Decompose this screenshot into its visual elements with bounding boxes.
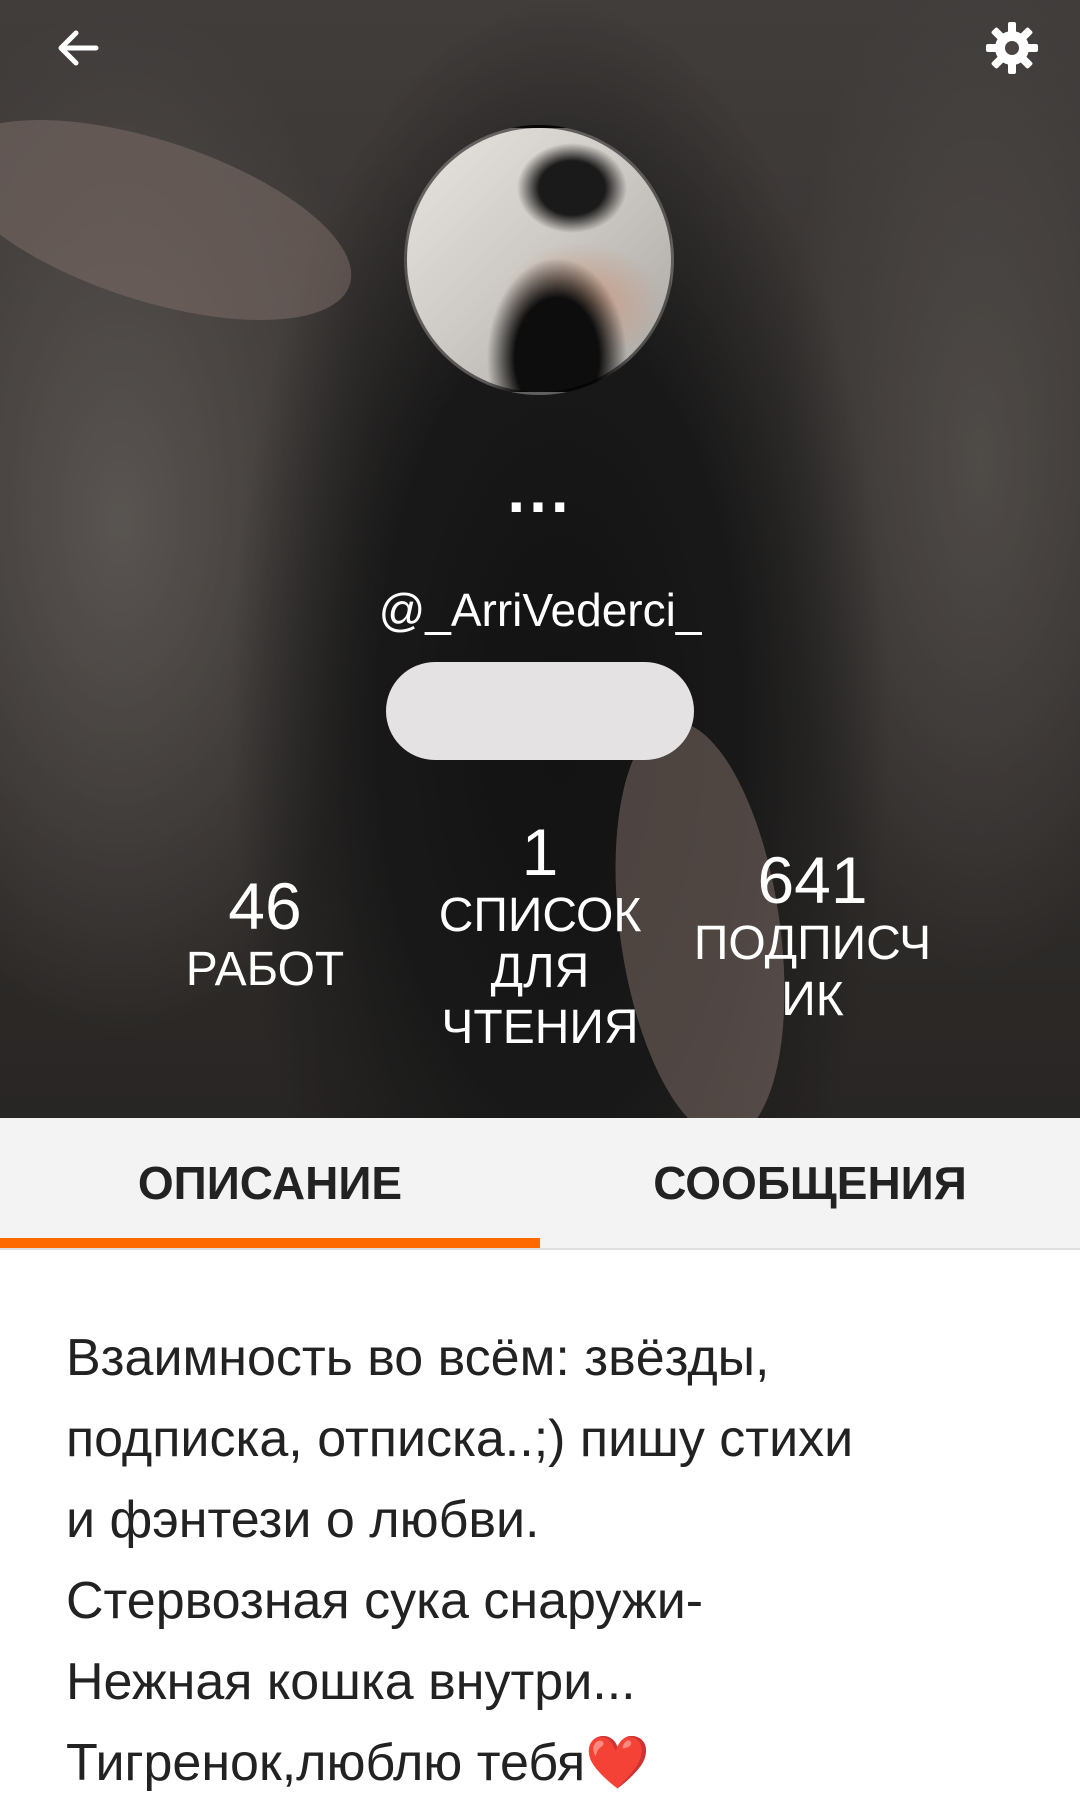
more-options-button[interactable]: ... — [480, 458, 600, 530]
stat-reading-lists-count: 1 — [521, 815, 559, 889]
description-line: Нежная кошка внутри... — [66, 1653, 636, 1711]
avatar[interactable] — [404, 125, 674, 395]
tab-messages[interactable]: СООБЩЕНИЯ — [540, 1118, 1080, 1248]
follow-button[interactable] — [386, 662, 694, 760]
description-line: Тигренок,люблю тебя — [66, 1734, 586, 1792]
username: @_ArriVederci_ — [378, 584, 702, 636]
stat-followers-count: 641 — [757, 843, 868, 917]
stat-followers[interactable]: 641 ПОДПИСЧИК — [680, 844, 945, 1028]
profile-tabs: ОПИСАНИЕ СООБЩЕНИЯ — [0, 1118, 1080, 1250]
back-button[interactable] — [38, 8, 118, 88]
description-line: подписка, отписка..;) пишу стихи — [66, 1410, 854, 1468]
profile-header: ... @_ArriVederci_ 46 РАБОТ 1 СПИСОК ДЛЯ… — [0, 0, 1080, 1118]
stat-followers-label: ПОДПИСЧИК — [693, 917, 932, 1026]
stat-works-label: РАБОТ — [185, 943, 345, 996]
description-line: Стервозная сука снаружи- — [66, 1572, 704, 1630]
profile-screen: ... @_ArriVederci_ 46 РАБОТ 1 СПИСОК ДЛЯ… — [0, 0, 1080, 1816]
stat-reading-lists-label: СПИСОК ДЛЯ ЧТЕНИЯ — [438, 889, 642, 1054]
description-line: Взаимность во всём: звёзды, — [66, 1329, 770, 1387]
tab-about[interactable]: ОПИСАНИЕ — [0, 1118, 540, 1248]
settings-button[interactable] — [972, 8, 1052, 88]
arrow-left-icon — [58, 30, 99, 66]
gear-icon — [986, 22, 1038, 74]
description-line: и фэнтези о любви. — [66, 1491, 540, 1549]
stat-works-count: 46 — [228, 869, 302, 943]
active-tab-indicator — [0, 1238, 540, 1248]
profile-description: Взаимность во всём: звёзды, подписка, от… — [66, 1318, 1026, 1804]
heart-icon: ❤️ — [585, 1734, 650, 1792]
stat-reading-lists[interactable]: 1 СПИСОК ДЛЯ ЧТЕНИЯ — [420, 816, 660, 1056]
stat-works[interactable]: 46 РАБОТ — [150, 870, 380, 998]
description-last-line: Тигренок,люблю тебя❤️ — [66, 1723, 1026, 1804]
